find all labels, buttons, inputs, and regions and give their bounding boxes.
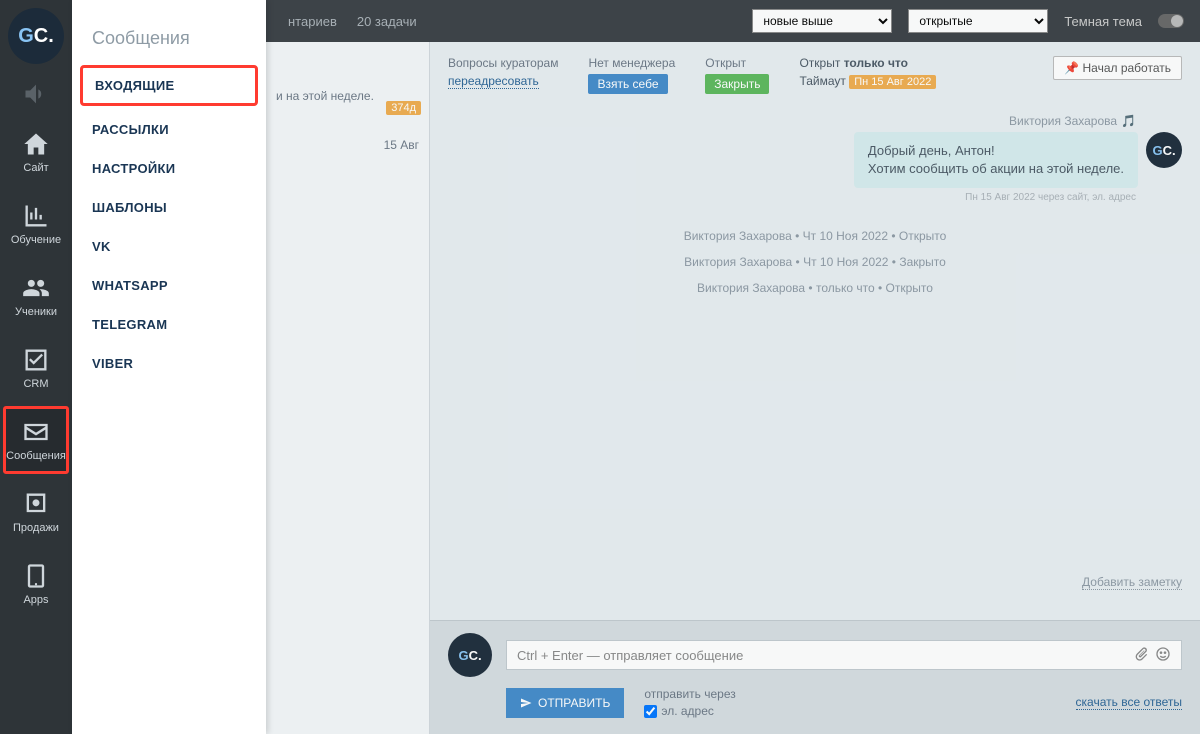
close-button[interactable]: Закрыть: [705, 74, 769, 94]
add-note-link[interactable]: Добавить заметку: [1082, 575, 1182, 590]
log-entry: Виктория Захарова • Чт 10 Ноя 2022 • Зак…: [448, 249, 1182, 275]
sidebar-item-label: Продажи: [13, 522, 59, 534]
log-entry: Виктория Захарова • только что • Открыто: [448, 275, 1182, 301]
hdr-curators: Вопросы кураторам переадресовать: [448, 56, 558, 89]
email-checkbox[interactable]: [644, 705, 657, 718]
phone-icon: [22, 562, 50, 590]
sidebar-item-label: CRM: [23, 378, 48, 390]
home-icon: [22, 130, 50, 158]
pin-icon: 📌: [1064, 61, 1079, 75]
chart-icon: [22, 202, 50, 230]
submenu-item-inbox[interactable]: ВХОДЯЩИЕ: [80, 65, 258, 106]
conversation-pane: Вопросы кураторам переадресовать Нет мен…: [430, 42, 1200, 734]
timeout-badge: Пн 15 Авг 2022: [849, 75, 936, 89]
submenu-item-viber[interactable]: VIBER: [72, 344, 266, 383]
opened-just-now: Открыт только что: [799, 56, 936, 70]
envelope-icon: [22, 418, 50, 446]
hdr-manager: Нет менеджера Взять себе: [588, 56, 675, 94]
attach-icon[interactable]: [1133, 646, 1149, 665]
send-via: отправить через эл. адрес: [644, 687, 735, 718]
messages-area: Виктория Захарова 🎵 Добрый день, Антон! …: [430, 104, 1200, 311]
conv-age-badge: 374д: [386, 100, 421, 114]
theme-label: Темная тема: [1064, 14, 1142, 29]
sidebar-item-site[interactable]: Сайт: [0, 116, 72, 188]
log-entry: Виктория Захарова • Чт 10 Ноя 2022 • Отк…: [448, 223, 1182, 249]
composer: GC. Ctrl + Enter — отправляет сообщение …: [430, 620, 1200, 734]
sidebar-item-label: Обучение: [11, 234, 61, 246]
conversation-header: Вопросы кураторам переадресовать Нет мен…: [430, 42, 1200, 104]
curators-label: Вопросы кураторам: [448, 56, 558, 70]
sidebar-item-label: Ученики: [15, 306, 57, 318]
sort-select[interactable]: новые выше: [752, 9, 892, 33]
hdr-status: Открыт Закрыть: [705, 56, 769, 94]
take-button[interactable]: Взять себе: [588, 74, 667, 94]
left-rail: GC. Сайт Обучение Ученики CRM Сообщения …: [0, 0, 72, 734]
sound-icon[interactable]: [0, 72, 72, 116]
speaker-icon: [22, 80, 50, 108]
theme-toggle[interactable]: [1158, 14, 1184, 28]
send-button[interactable]: ОТПРАВИТЬ: [506, 688, 624, 718]
sidebar-item-apps[interactable]: Apps: [0, 548, 72, 620]
open-label: Открыт: [705, 56, 769, 70]
submenu-item-broadcasts[interactable]: РАССЫЛКИ: [72, 110, 266, 149]
email-checkbox-row[interactable]: эл. адрес: [644, 704, 735, 718]
composer-avatar: GC.: [448, 633, 492, 677]
message-meta: Пн 15 Авг 2022 через сайт, эл. адрес: [448, 192, 1136, 203]
sidebar-item-label: Сообщения: [6, 450, 66, 462]
message-row: Добрый день, Антон! Хотим сообщить об ак…: [448, 132, 1182, 188]
message-sender: Виктория Захарова 🎵: [448, 114, 1136, 128]
submenu-panel: Сообщения ВХОДЯЩИЕ РАССЫЛКИ НАСТРОЙКИ ША…: [72, 0, 266, 734]
topbar-right: новые выше открытые Темная тема: [752, 9, 1184, 33]
days-badge: 374д: [386, 101, 421, 115]
safe-icon: [22, 490, 50, 518]
filter-select[interactable]: открытые: [908, 9, 1048, 33]
check-icon: [22, 346, 50, 374]
sidebar-item-students[interactable]: Ученики: [0, 260, 72, 332]
message-bubble: Добрый день, Антон! Хотим сообщить об ак…: [854, 132, 1138, 188]
send-icon: [520, 697, 532, 709]
tasks-link[interactable]: 20 задачи: [357, 14, 417, 29]
conv-date: 15 Авг: [384, 138, 419, 152]
hdr-timeout: Открыт только что Таймаут Пн 15 Авг 2022: [799, 56, 936, 88]
placeholder-text: Ctrl + Enter — отправляет сообщение: [517, 648, 743, 663]
submenu-item-telegram[interactable]: TELEGRAM: [72, 305, 266, 344]
comments-link[interactable]: нтариев: [288, 14, 337, 29]
emoji-icon[interactable]: [1155, 646, 1171, 665]
hdr-right: 📌 Начал работать: [1053, 56, 1182, 80]
forward-link[interactable]: переадресовать: [448, 74, 539, 89]
submenu-item-whatsapp[interactable]: WHATSAPP: [72, 266, 266, 305]
sidebar-item-label: Apps: [23, 594, 48, 606]
submenu-title: Сообщения: [72, 20, 266, 65]
download-all-link[interactable]: скачать все ответы: [1076, 695, 1182, 710]
avatar[interactable]: GC.: [1146, 132, 1182, 168]
logo[interactable]: GC.: [8, 8, 64, 64]
topbar-links: нтариев 20 задачи: [288, 14, 417, 29]
sidebar-item-messages[interactable]: Сообщения: [3, 406, 69, 474]
music-icon: 🎵: [1121, 114, 1136, 128]
message-input[interactable]: Ctrl + Enter — отправляет сообщение: [506, 640, 1182, 670]
submenu-item-templates[interactable]: ШАБЛОНЫ: [72, 188, 266, 227]
sidebar-item-sales[interactable]: Продажи: [0, 476, 72, 548]
start-work-button[interactable]: 📌 Начал работать: [1053, 56, 1182, 80]
conversation-list: 374д и на этой неделе. 15 Авг: [266, 42, 430, 734]
sidebar-item-crm[interactable]: CRM: [0, 332, 72, 404]
users-icon: [22, 274, 50, 302]
submenu-item-settings[interactable]: НАСТРОЙКИ: [72, 149, 266, 188]
no-manager-label: Нет менеджера: [588, 56, 675, 70]
sidebar-item-label: Сайт: [23, 162, 48, 174]
timeout-row: Таймаут Пн 15 Авг 2022: [799, 74, 936, 88]
submenu-item-vk[interactable]: VK: [72, 227, 266, 266]
sidebar-item-training[interactable]: Обучение: [0, 188, 72, 260]
